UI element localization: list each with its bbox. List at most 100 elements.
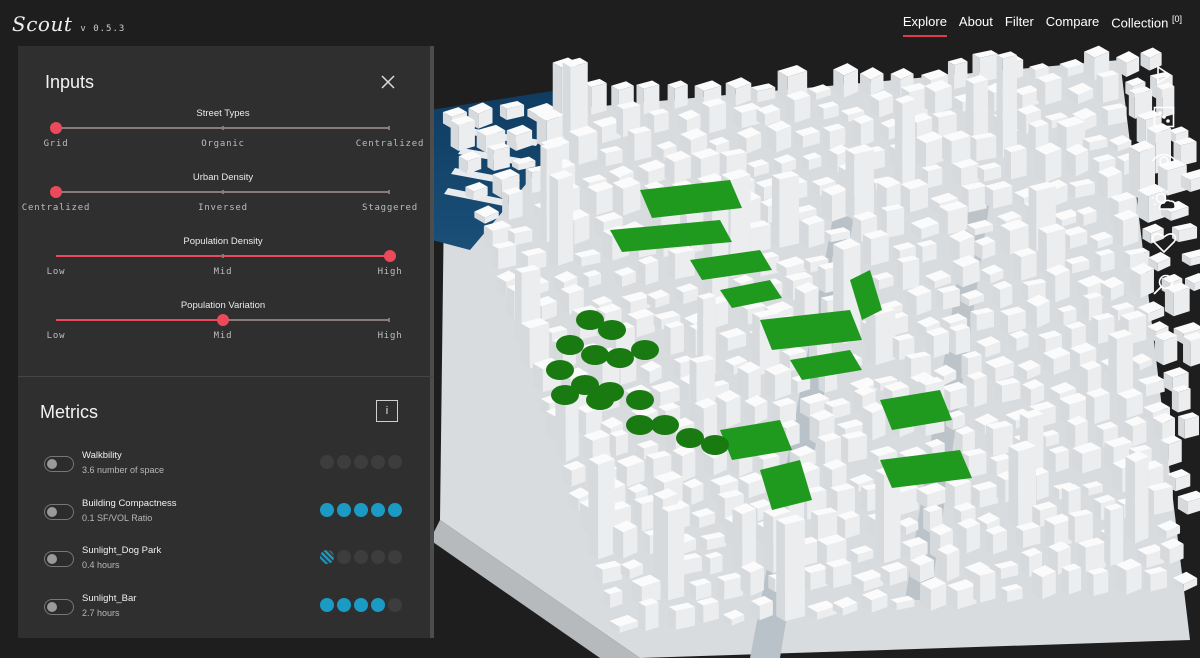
building — [900, 178, 929, 213]
building — [801, 563, 829, 591]
building — [744, 394, 768, 425]
nav-collection[interactable]: Collection [0] — [1111, 14, 1182, 36]
close-icon[interactable] — [380, 74, 398, 92]
building — [1087, 567, 1109, 596]
building — [947, 57, 968, 90]
app-logo[interactable]: Scout v 0.5.3 — [12, 12, 125, 36]
building — [1077, 537, 1106, 572]
metric-value: 2.7 hours — [82, 608, 120, 618]
building — [627, 126, 652, 161]
search-icon[interactable] — [1148, 270, 1180, 300]
score-dot — [337, 598, 351, 612]
nav-compare[interactable]: Compare — [1046, 14, 1099, 36]
building — [973, 567, 996, 603]
slider-track[interactable] — [56, 314, 390, 326]
nav-filter[interactable]: Filter — [1005, 14, 1034, 36]
slider-thumb[interactable] — [217, 314, 229, 326]
slider-title: Urban Density — [192, 172, 254, 183]
building — [896, 255, 920, 291]
tree — [551, 385, 579, 405]
metric-toggle[interactable] — [44, 551, 74, 567]
building — [549, 169, 574, 266]
building — [1097, 166, 1122, 199]
building — [1183, 332, 1200, 367]
metric-name: Building Compactness — [82, 498, 177, 509]
slider-track[interactable] — [56, 250, 396, 262]
tool-rail — [1146, 60, 1182, 300]
score-dot — [354, 550, 368, 564]
building — [821, 183, 849, 222]
tree — [581, 345, 609, 365]
building — [638, 598, 659, 632]
metric-score-dots — [320, 503, 402, 517]
slider-label-min: Centralized — [21, 203, 91, 213]
slider-track[interactable] — [50, 186, 390, 198]
building — [668, 246, 695, 280]
inputs-metrics-panel: Inputs Street Types Grid Organic Central… — [18, 46, 434, 638]
building — [715, 389, 741, 429]
building — [1000, 306, 1026, 334]
metric-toggle[interactable] — [44, 599, 74, 615]
slider-thumb[interactable] — [50, 122, 62, 134]
building — [1101, 103, 1127, 126]
info-button[interactable]: i — [376, 400, 398, 422]
slider-thumb[interactable] — [50, 186, 62, 198]
metric-row-sunlight-dog-park: Sunlight_Dog Park 0.4 hours — [18, 543, 434, 579]
score-dot — [337, 455, 351, 469]
building — [925, 327, 950, 358]
nav-about[interactable]: About — [959, 14, 993, 36]
building — [785, 90, 811, 123]
building — [971, 481, 998, 508]
score-dot — [320, 455, 334, 469]
building — [937, 543, 960, 582]
nav-explore[interactable]: Explore — [902, 14, 948, 38]
building — [703, 197, 729, 304]
score-dot — [388, 503, 402, 517]
slider-label-max: Staggered — [362, 203, 418, 213]
building — [740, 561, 764, 597]
metric-toggle[interactable] — [44, 504, 74, 520]
building — [450, 115, 475, 151]
eye-icon[interactable] — [1148, 144, 1180, 174]
building — [491, 241, 517, 270]
slider-track[interactable] — [50, 122, 390, 134]
tree — [701, 435, 729, 455]
tree — [651, 415, 679, 435]
building — [1072, 442, 1101, 474]
building — [1104, 503, 1124, 566]
tree — [546, 360, 574, 380]
slider-tick — [388, 318, 390, 322]
building — [701, 98, 727, 134]
score-dot — [337, 550, 351, 564]
building — [970, 307, 995, 331]
heart-icon[interactable] — [1148, 228, 1180, 258]
score-dot — [371, 455, 385, 469]
slider-tick — [222, 126, 224, 130]
tree — [606, 348, 634, 368]
building — [965, 74, 989, 138]
play-icon[interactable] — [1148, 60, 1180, 90]
metric-toggle[interactable] — [44, 456, 74, 472]
main-nav: Explore About Filter Compare Collection … — [902, 14, 1182, 38]
building — [915, 131, 944, 167]
metric-name: Sunlight_Bar — [82, 593, 137, 604]
slider-thumb[interactable] — [384, 250, 396, 262]
metrics-title: Metrics — [40, 402, 98, 422]
building — [664, 320, 684, 356]
building — [833, 63, 859, 98]
building — [1143, 566, 1168, 592]
building — [689, 578, 712, 601]
building — [1117, 388, 1143, 419]
slider-label-max: Centralized — [355, 139, 425, 149]
building — [995, 377, 1021, 403]
building — [1068, 509, 1093, 543]
building — [1108, 329, 1133, 394]
building — [916, 239, 937, 263]
metric-value: 0.1 SF/VOL Ratio — [82, 513, 153, 523]
building — [771, 170, 800, 248]
score-dot — [320, 503, 334, 517]
dice-icon[interactable] — [1148, 102, 1180, 132]
weather-icon[interactable] — [1148, 186, 1180, 216]
slider-label-min: Grid — [43, 139, 69, 149]
building — [1034, 142, 1062, 183]
